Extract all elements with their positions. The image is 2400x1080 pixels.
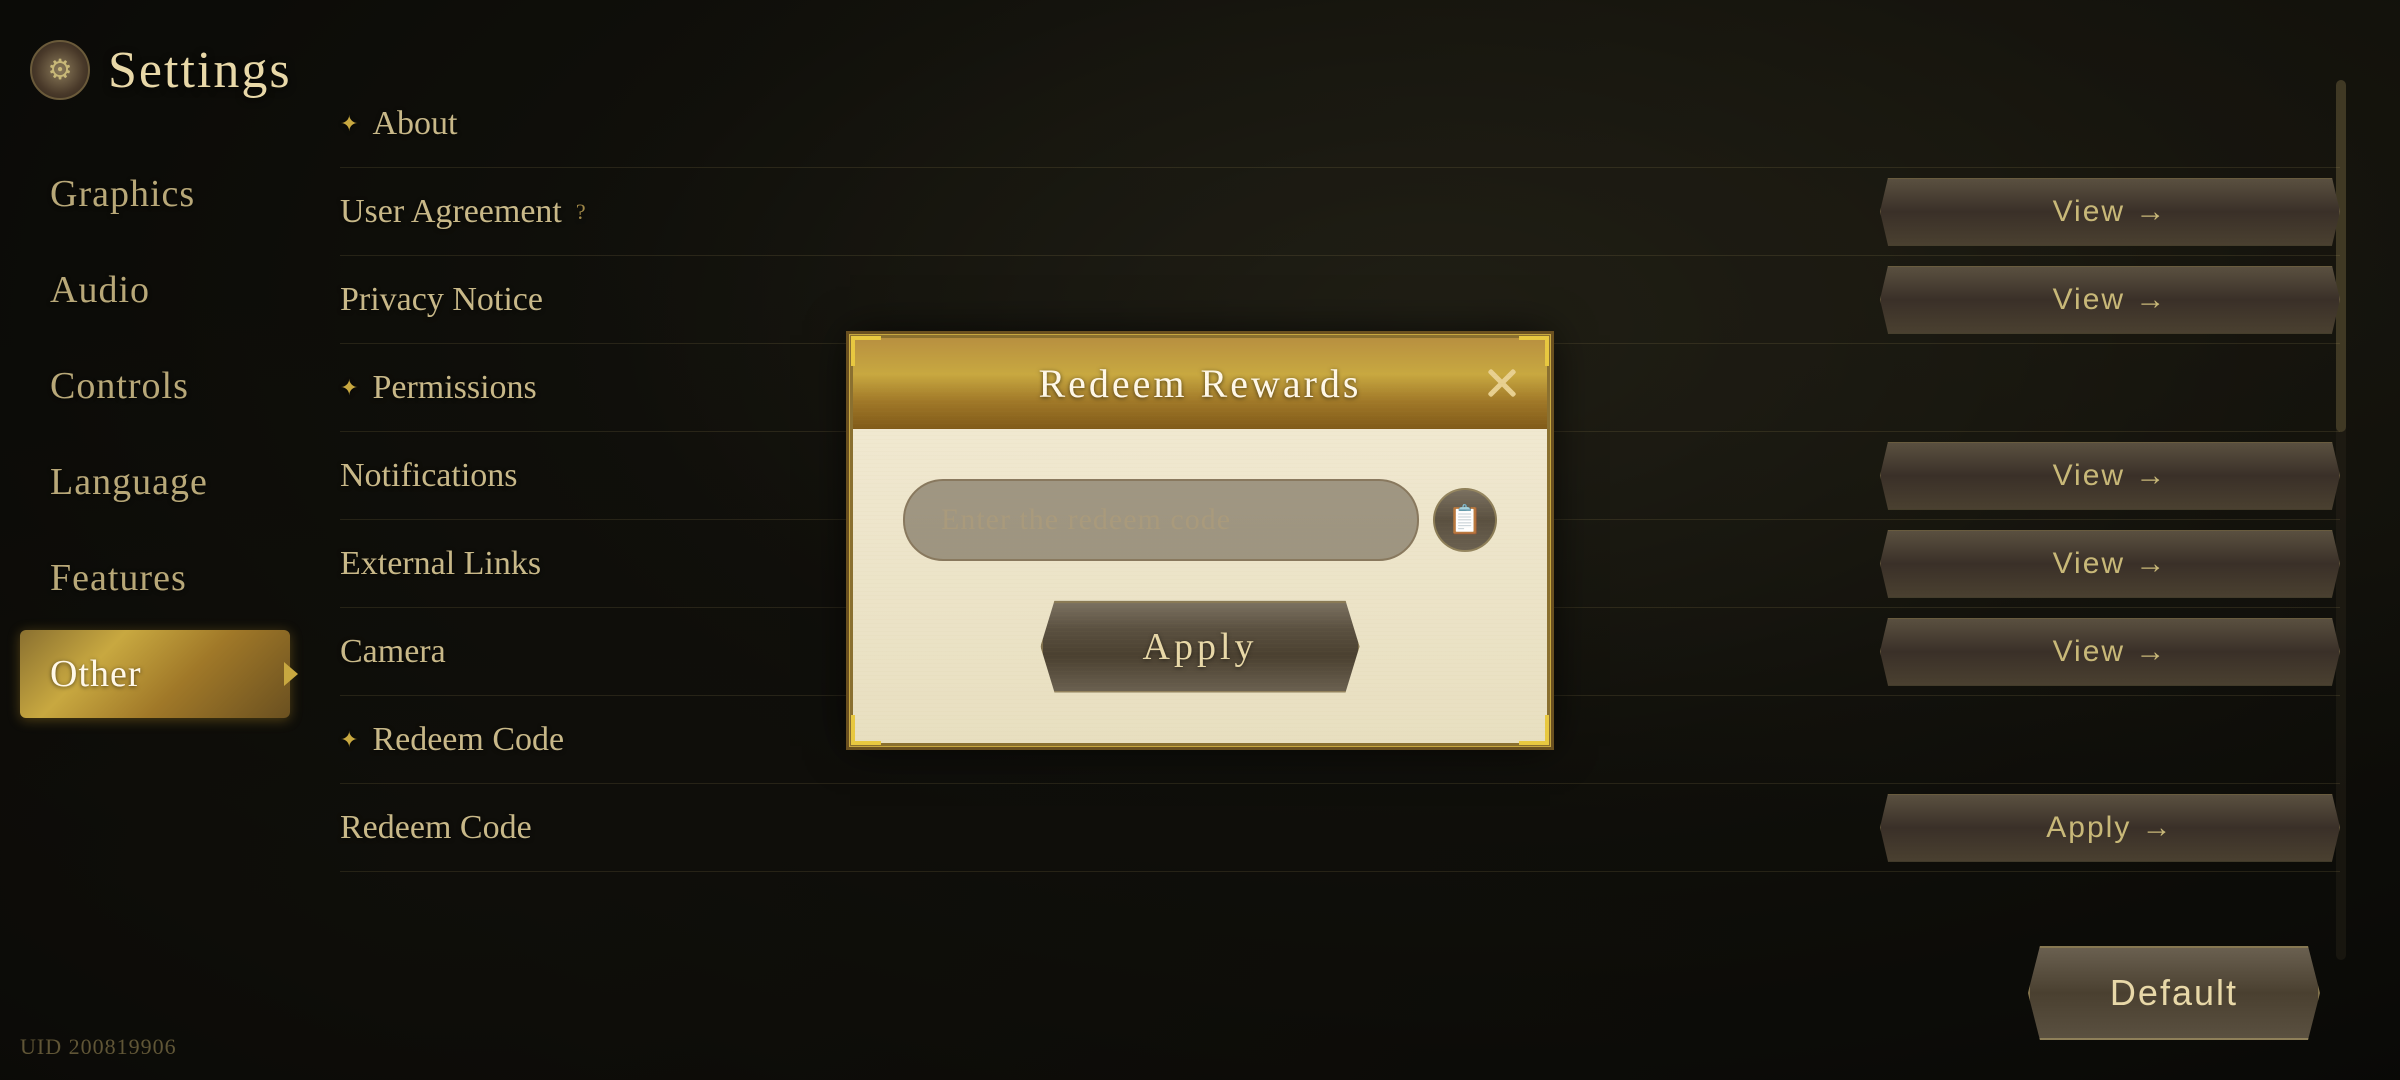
modal-close-button[interactable] [1477,358,1527,408]
paste-button[interactable]: 📋 [1433,488,1497,552]
corner-decoration-tl [851,336,881,366]
paste-icon: 📋 [1448,503,1483,536]
corner-decoration-tr [1519,336,1549,366]
modal-frame: Redeem Rewards 📋 Apply [850,335,1550,746]
corner-decoration-br [1519,715,1549,745]
close-icon [1482,363,1522,403]
modal-overlay: Redeem Rewards 📋 Apply [0,0,2400,1080]
redeem-input-wrapper: 📋 [903,479,1497,561]
redeem-code-input[interactable] [903,479,1419,561]
modal-header: Redeem Rewards [853,338,1547,429]
modal-title: Redeem Rewards [1038,360,1361,407]
modal-apply-button[interactable]: Apply [1041,601,1360,693]
modal-body: 📋 Apply [853,429,1547,743]
corner-decoration-bl [851,715,881,745]
redeem-modal: Redeem Rewards 📋 Apply [850,335,1550,746]
